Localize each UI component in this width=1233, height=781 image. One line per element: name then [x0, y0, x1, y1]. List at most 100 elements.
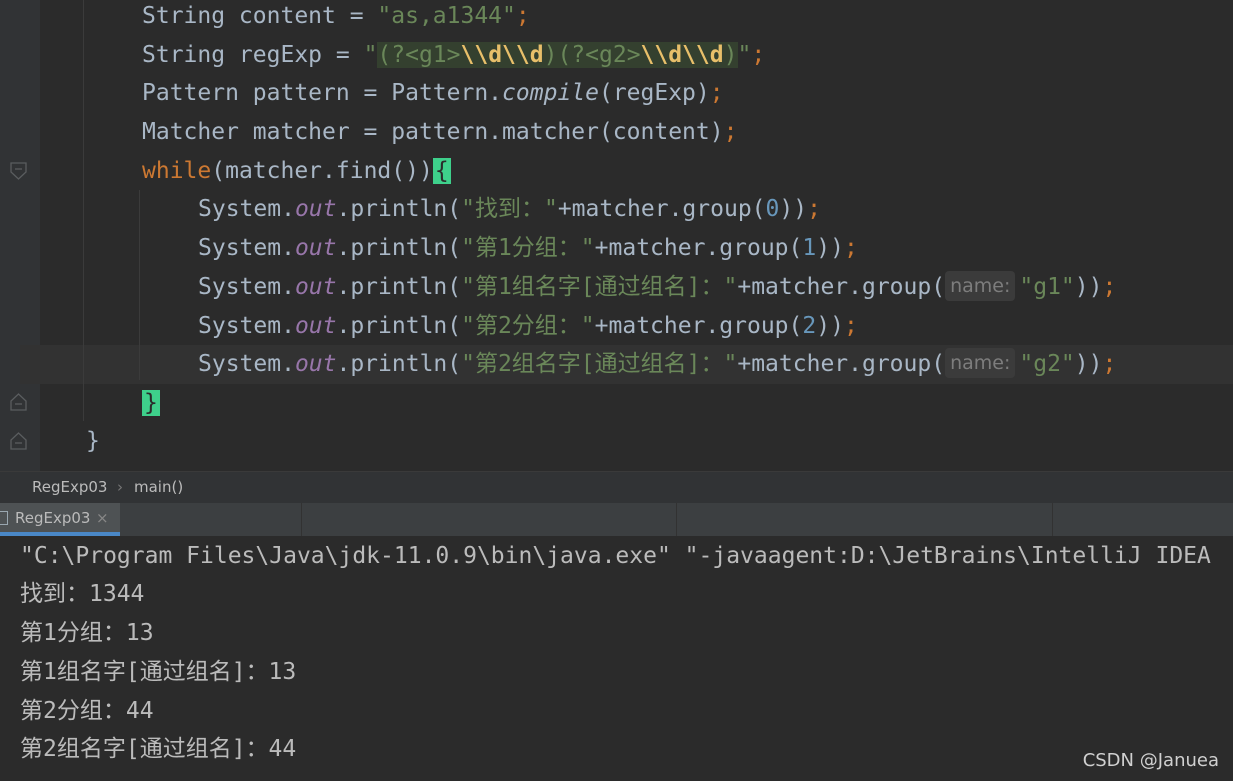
code-line[interactable]: System.out.println("第1分组："+matcher.group…	[198, 229, 858, 268]
code-token: out	[294, 351, 337, 377]
tab-regexp03[interactable]: RegExp03 ×	[0, 503, 120, 536]
code-token: +matcher.group(	[594, 313, 803, 339]
code-token: out	[294, 313, 337, 339]
regex-token: )	[723, 42, 738, 68]
code-line[interactable]: }	[86, 422, 100, 461]
code-line[interactable]: System.out.println("找到："+matcher.group(0…	[198, 190, 821, 229]
code-token: System.	[198, 351, 295, 377]
regex-token: \\d\\d	[640, 42, 724, 68]
breadcrumb-separator: ›	[117, 478, 123, 496]
semicolon: ;	[751, 42, 766, 68]
code-token: System.	[198, 235, 295, 261]
parameter-hint: name:	[945, 348, 1016, 378]
regex-highlight: (?<g1>\\d\\d)(?<g2>\\d\\d)	[377, 42, 738, 68]
code-token: "第2分组："	[461, 313, 595, 339]
code-token: ;	[843, 235, 858, 261]
code-line[interactable]: Matcher matcher = pattern.matcher(conten…	[142, 113, 737, 152]
console-line: "C:\Program Files\Java\jdk-11.0.9\bin\ja…	[20, 543, 1211, 569]
code-token: Matcher matcher = pattern.matcher(conten…	[142, 119, 724, 145]
code-token: String content =	[142, 3, 378, 29]
code-token: while	[142, 158, 212, 184]
code-token: ))	[816, 235, 844, 261]
code-token: "as,a1344"	[377, 3, 516, 29]
call-close: ))	[1074, 274, 1103, 300]
code-token: compile	[502, 80, 599, 106]
code-token: "第1分组："	[461, 235, 595, 261]
run-tool-window-tabs: RegExp03 ×	[0, 503, 1233, 537]
tab-divider	[676, 503, 677, 536]
code-token: "第1组名字[通过组名]："	[461, 274, 738, 300]
code-token: 2	[802, 313, 817, 339]
code-token: System.	[198, 274, 295, 300]
code-line[interactable]: System.out.println("第1组名字[通过组名]："+matche…	[198, 268, 1116, 307]
code-line[interactable]: while(matcher.find()){	[142, 152, 451, 191]
code-token: 1	[802, 235, 817, 261]
code-line[interactable]: Pattern pattern = Pattern.compile(regExp…	[142, 74, 724, 113]
code-token: +matcher.group(	[557, 196, 766, 222]
group-name-arg: "g1"	[1019, 274, 1075, 300]
run-console[interactable]: "C:\Program Files\Java\jdk-11.0.9\bin\ja…	[0, 536, 1233, 781]
code-token: ;	[843, 313, 858, 339]
code-line[interactable]: String regExp = "(?<g1>\\d\\d)(?<g2>\\d\…	[142, 36, 765, 75]
code-token: Pattern pattern = Pattern.	[142, 80, 503, 106]
tab-divider	[301, 503, 302, 536]
code-token: ))	[779, 196, 808, 222]
fold-end-marker-icon[interactable]	[10, 432, 27, 450]
run-tab-label: RegExp03	[15, 509, 91, 527]
code-editor[interactable]: String content = "as,a1344"; String regE…	[0, 0, 1233, 471]
code-token: "	[363, 42, 378, 68]
code-token: (regExp)	[598, 80, 710, 106]
breadcrumb-file[interactable]: RegExp03	[32, 472, 107, 502]
code-token: .println(	[336, 274, 462, 300]
close-brace: }	[86, 428, 100, 454]
fold-end-marker-icon[interactable]	[10, 393, 27, 411]
code-token: out	[294, 196, 337, 222]
console-line: 第1分组：13	[20, 620, 154, 646]
code-token: ))	[816, 313, 844, 339]
code-token: "找到："	[461, 196, 558, 222]
fold-marker-icon[interactable]	[10, 162, 27, 180]
code-line[interactable]: String content = "as,a1344";	[142, 0, 530, 36]
semicolon: ;	[1102, 274, 1117, 300]
code-token: .println(	[336, 313, 462, 339]
code-line[interactable]: System.out.println("第2组名字[通过组名]："+matche…	[198, 345, 1116, 384]
code-token: System.	[198, 196, 295, 222]
code-line[interactable]: }	[142, 384, 160, 423]
breadcrumb: RegExp03 › main()	[0, 471, 1233, 504]
call-close: ))	[1074, 351, 1103, 377]
code-token: "第2组名字[通过组名]："	[461, 351, 738, 377]
code-token: ;	[515, 3, 530, 29]
indent-guide	[83, 0, 84, 421]
code-token: ;	[807, 196, 821, 222]
code-token: .println(	[336, 351, 462, 377]
console-icon	[0, 511, 8, 525]
regex-token: \\d\\d	[460, 42, 544, 68]
code-token: ;	[723, 119, 738, 145]
console-line: 第1组名字[通过组名]：13	[20, 659, 297, 685]
console-line: 第2组名字[通过组名]：44	[20, 736, 297, 762]
code-token: .println(	[336, 235, 462, 261]
code-line[interactable]: System.out.println("第2分组："+matcher.group…	[198, 307, 858, 346]
regex-token: (?<g1>	[377, 42, 461, 68]
regex-token: )(?<g2>	[543, 42, 641, 68]
code-token: System.	[198, 313, 295, 339]
indent-guide	[139, 190, 140, 380]
code-token: out	[294, 274, 337, 300]
code-token: String regExp =	[142, 42, 364, 68]
code-token: +matcher.group(	[737, 351, 946, 377]
group-name-arg: "g2"	[1019, 351, 1075, 377]
parameter-hint: name:	[945, 271, 1016, 301]
breadcrumb-method[interactable]: main()	[134, 472, 183, 502]
matched-close-brace: }	[142, 390, 160, 416]
code-token: +matcher.group(	[737, 274, 946, 300]
tab-divider	[1052, 503, 1053, 536]
matched-open-brace: {	[432, 158, 451, 184]
close-icon[interactable]: ×	[96, 503, 109, 534]
string-close-quote: "	[737, 42, 752, 68]
semicolon: ;	[1102, 351, 1117, 377]
console-line: 找到：1344	[20, 581, 145, 607]
code-token: +matcher.group(	[594, 235, 803, 261]
console-line: 第2分组：44	[20, 698, 154, 724]
code-token: out	[294, 235, 337, 261]
code-token: (matcher.find())	[211, 158, 433, 184]
